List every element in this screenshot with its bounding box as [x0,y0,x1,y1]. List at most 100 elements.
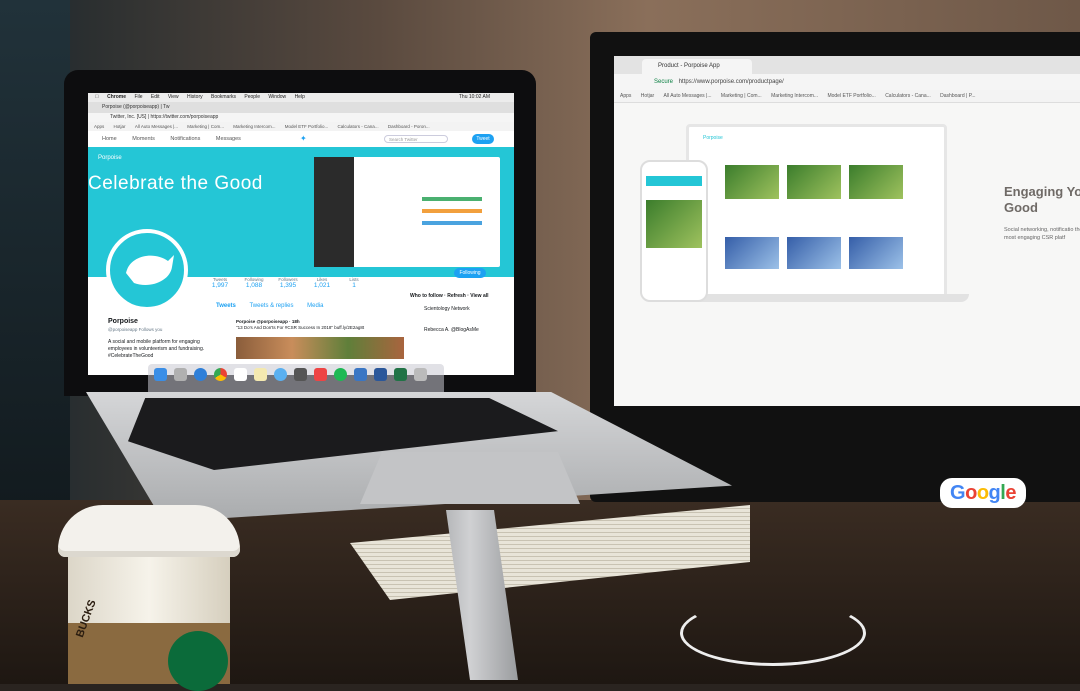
menu-edit[interactable]: Edit [151,93,160,102]
twitter-bird-icon[interactable]: ✦ [300,131,307,147]
profile-tabs: Tweets Tweets & replies Media [216,303,406,315]
tweet-button[interactable]: Tweet [472,134,494,144]
menu-view[interactable]: View [168,93,179,102]
site-photo [787,237,841,269]
bookmark-item[interactable]: Marketing | Com... [721,90,762,102]
mac-dock [148,364,444,392]
site-subtext: Social networking, notificatio the most … [1004,227,1080,241]
app-icon[interactable] [314,368,327,381]
header-app-screenshot [314,157,500,267]
header-brand: Porpoise [98,155,122,161]
nav-home[interactable]: Home [102,131,117,147]
suggested-account[interactable]: Scientology Network [424,306,510,313]
following-button[interactable]: Following [454,268,486,278]
site-photo [725,165,779,199]
white-cable [680,600,866,666]
excel-icon[interactable] [394,368,407,381]
site-phone-mockup [640,160,708,302]
app-bar [422,221,482,225]
bookmark-item[interactable]: Marketing Intercom... [771,90,818,102]
preview-icon[interactable] [354,368,367,381]
menu-help[interactable]: Help [295,93,305,102]
who-to-follow-panel: Who to follow · Refresh · View all Scien… [410,293,510,334]
menu-file[interactable]: File [134,93,142,102]
menu-bookmarks[interactable]: Bookmarks [211,93,236,102]
tab-media[interactable]: Media [307,303,323,309]
stat-followers[interactable]: Followers 1,395 [274,277,302,289]
bookmark-item[interactable]: Model ETF Portfolio... [827,90,875,102]
menu-people[interactable]: People [244,93,260,102]
menu-history[interactable]: History [187,93,203,102]
site-photo [849,165,903,199]
laptop-trackpad [360,452,580,504]
laptop-address-bar[interactable]: Twitter, Inc. [US] | https://twitter.com… [88,113,514,122]
stat-following[interactable]: Following 1,088 [240,277,268,289]
monitor-tabbar: Product - Porpoise App [614,56,1080,74]
word-icon[interactable] [374,368,387,381]
site-photo [787,165,841,199]
laptop-browser-tab[interactable]: Porpoise (@porpoiseapp) | Tw [88,102,514,113]
messages-icon[interactable] [274,368,287,381]
profile-bio: A social and mobile platform for engagin… [108,339,205,359]
tweet-image[interactable] [236,337,404,359]
laptop-screen:  Chrome File Edit View History Bookmark… [88,93,514,375]
coffee-cup: BUCKS [58,505,240,691]
tab-tweets[interactable]: Tweets [216,303,236,309]
bookmark-item[interactable]: All Auto Messages |... [664,90,712,102]
bookmark-item[interactable]: Model ETF Portfolio... [285,122,329,131]
menu-window[interactable]: Window [268,93,286,102]
profile-avatar[interactable] [106,229,188,311]
bookmark-item[interactable]: Marketing | Com... [187,122,224,131]
bookmark-item[interactable]: Hotjar [114,122,126,131]
header-title: Celebrate the Good [88,173,263,194]
site-laptop-base [674,294,969,302]
who-to-follow-title: Who to follow · Refresh · View all [410,293,489,299]
stat-lists[interactable]: Lists 1 [340,277,368,289]
site-photo [849,237,903,269]
phone-header [646,176,702,186]
bookmark-item[interactable]: Apps [94,122,104,131]
suggested-account[interactable]: Rebecca A. @BlogAsMe [424,327,510,334]
stat-tweets[interactable]: Tweets 1,997 [206,277,234,289]
bookmark-item[interactable]: All Auto Messages |... [135,122,178,131]
calendar-icon[interactable] [234,368,247,381]
stat-likes[interactable]: Likes 1,021 [308,277,336,289]
bookmark-item[interactable]: Apps [620,90,631,102]
monitor-address-bar[interactable]: Secure https://www.porpoise.com/productp… [614,74,1080,91]
launchpad-icon[interactable] [174,368,187,381]
monitor-browser-tab[interactable]: Product - Porpoise App [642,59,752,74]
bookmark-item[interactable]: Calculators - Cana... [338,122,379,131]
site-heading: Engaging Yo Good [1004,184,1080,215]
chrome-icon[interactable] [214,368,227,381]
menu-chrome[interactable]: Chrome [107,93,126,102]
twitter-search-input[interactable]: Search Twitter [384,135,448,143]
tab-tweets-replies[interactable]: Tweets & replies [249,303,293,309]
menubar-clock[interactable]: Thu 10:02 AM [459,93,490,102]
bookmark-item[interactable]: Hotjar [641,90,654,102]
bookmark-item[interactable]: Dashboard - Poron... [388,122,430,131]
finder-icon[interactable] [154,368,167,381]
itunes-icon[interactable] [294,368,307,381]
nav-messages[interactable]: Messages [216,131,241,147]
tweet-text: "13 Do's And Don'ts For #CSR Success In … [236,325,365,330]
cup-lid [58,505,240,557]
app-bar [422,197,482,201]
bookmark-item[interactable]: Marketing Intercom... [233,122,275,131]
bookmark-item[interactable]: Dashboard | P... [940,90,975,102]
starbucks-logo-icon [168,631,228,691]
monitor-screen: Product - Porpoise App Secure https://ww… [614,56,1080,406]
trash-icon[interactable] [414,368,427,381]
google-sticker: Google [940,478,1026,508]
monitor-url: https://www.porpoise.com/productpage/ [678,79,784,85]
site-brand: Porpoise [703,135,723,141]
safari-icon[interactable] [194,368,207,381]
profile-handle: @porpoiseapp Follows you [108,327,163,332]
nav-notifications[interactable]: Notifications [170,131,200,147]
nav-moments[interactable]: Moments [132,131,155,147]
profile-name: Porpoise [108,318,138,325]
spotify-icon[interactable] [334,368,347,381]
bookmark-item[interactable]: Calculators - Cana... [885,90,931,102]
notes-icon[interactable] [254,368,267,381]
tweet[interactable]: Porpoise @porpoiseapp · 18h "13 Do's And… [216,319,406,331]
apple-icon[interactable]:  [95,93,99,102]
